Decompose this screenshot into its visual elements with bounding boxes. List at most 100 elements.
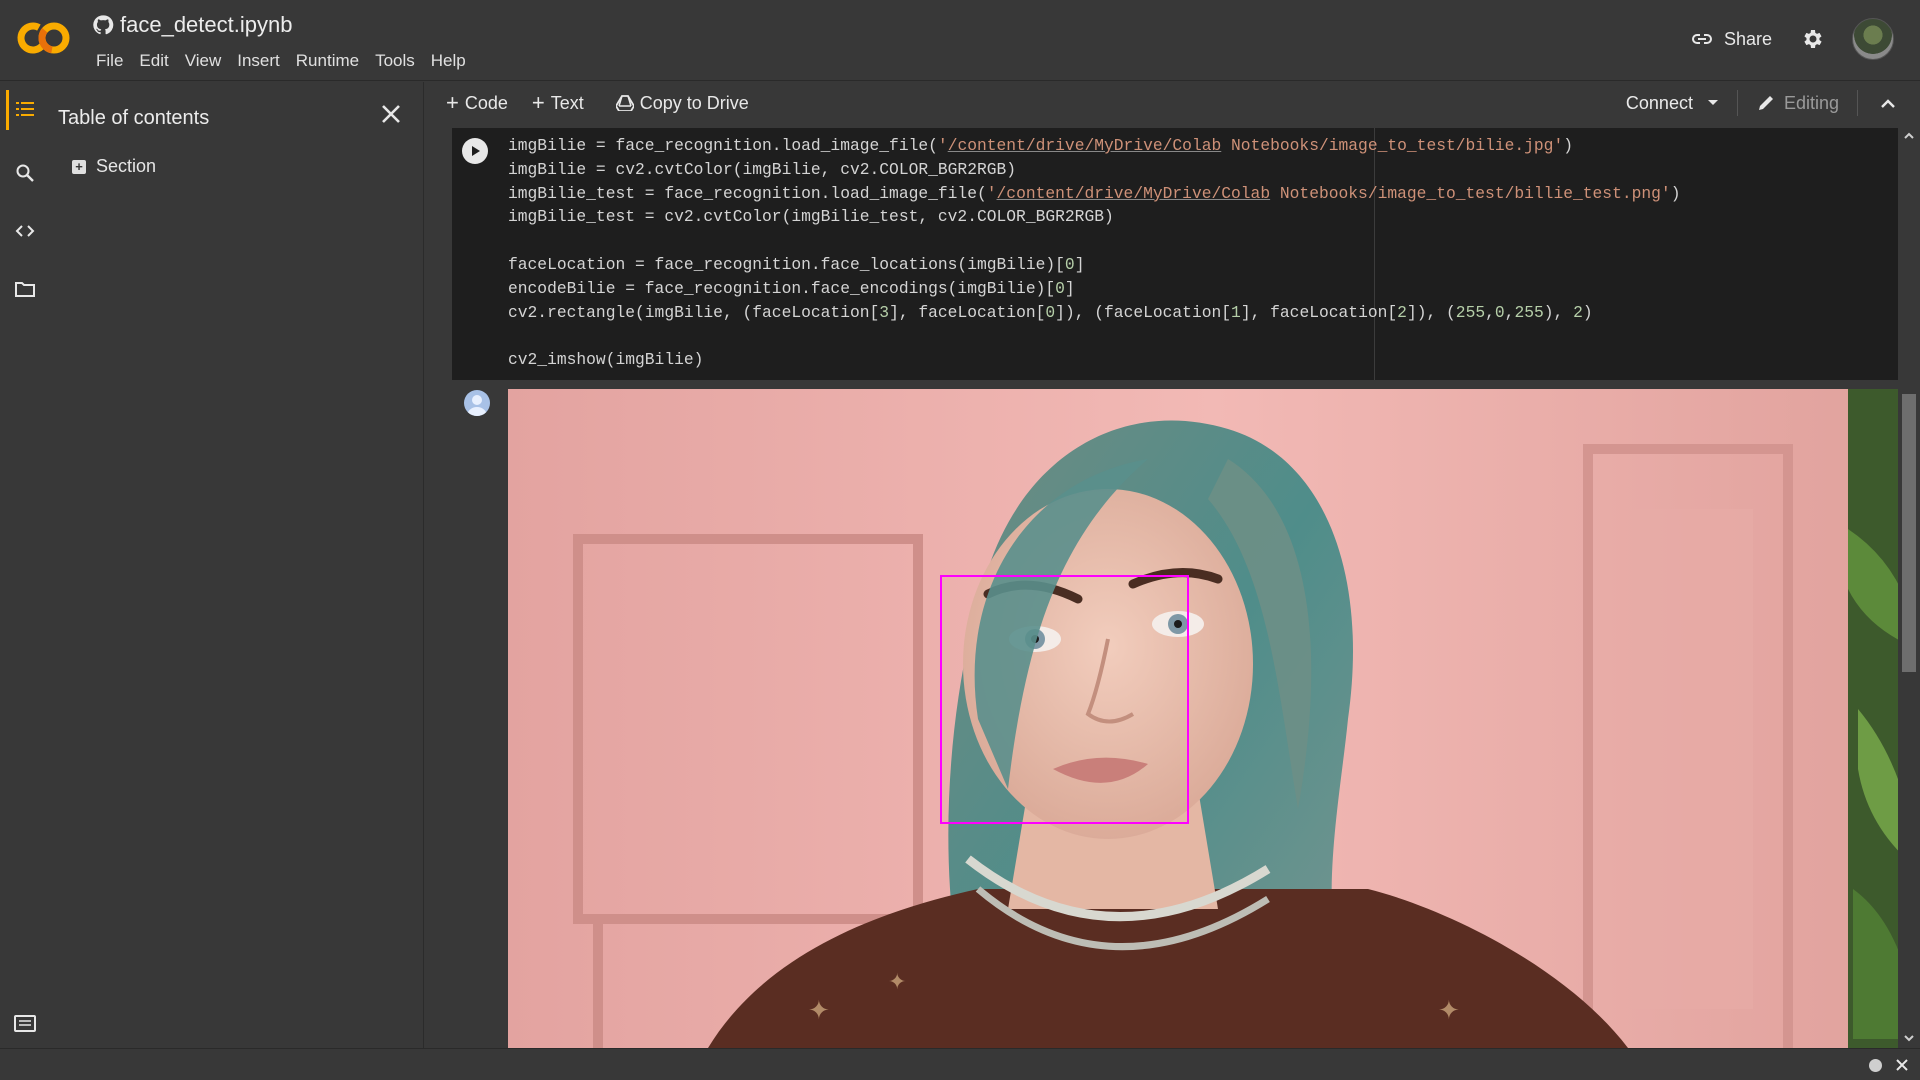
connect-button[interactable]: Connect [1608,90,1738,116]
code-token: ], faceLocation[ [889,302,1046,322]
menu-edit[interactable]: Edit [131,50,176,72]
folder-icon[interactable] [12,276,38,302]
code-token: ]), (faceLocation[ [1055,302,1232,322]
notebook-title-row: face_detect.ipynb [92,12,292,38]
code-line[interactable]: encodeBilie = face_recognition.face_enco… [508,277,1902,301]
code-token: 255 [1455,302,1486,322]
output-user-icon[interactable] [464,390,490,416]
code-token: ) [1670,183,1681,203]
code-token: ], faceLocation[ [1240,302,1398,322]
code-token: 0 [1064,254,1075,274]
notebook-title[interactable]: face_detect.ipynb [120,12,292,38]
notebook-main: + Code + Text Copy to Drive Connect Edit… [424,82,1920,1048]
share-button[interactable]: Share [1690,27,1772,51]
terminal-icon[interactable] [13,1014,37,1034]
plus-icon: + [531,90,545,115]
code-token: 2 [1573,302,1583,322]
code-token: 1 [1231,302,1241,322]
menu-tools[interactable]: Tools [367,50,423,72]
toc-icon[interactable] [12,96,38,122]
github-icon [92,14,114,36]
drive-icon [615,95,634,111]
code-editor[interactable]: imgBilie = face_recognition.load_image_f… [508,134,1902,374]
code-line[interactable]: cv2_imshow(imgBilie) [508,348,1902,372]
menu-insert[interactable]: Insert [229,50,288,72]
code-line[interactable] [508,324,1902,348]
code-token: , [1504,302,1515,322]
close-icon[interactable] [377,100,405,128]
editing-label: Editing [1783,92,1839,113]
menu-view[interactable]: View [177,50,230,72]
menu-bar: File Edit View Insert Runtime Tools Help [88,50,474,72]
editing-button[interactable]: Editing [1738,90,1858,116]
play-icon [472,146,480,156]
add-text-label: Text [550,92,584,113]
add-text-button[interactable]: + Text [520,90,596,115]
scrollbar-thumb[interactable] [1902,394,1916,672]
header-actions: Share [1690,18,1894,60]
menu-runtime[interactable]: Runtime [288,50,367,72]
code-line[interactable]: imgBilie = face_recognition.load_image_f… [508,134,1902,158]
app-header: face_detect.ipynb File Edit View Insert … [0,0,1920,81]
chevron-down-icon [1707,99,1719,107]
code-icon[interactable] [12,218,38,244]
pencil-icon [1756,93,1776,113]
code-token: imgBilie = cv2.cvtColor(imgBilie, cv2.CO… [508,159,1017,179]
chevron-up-icon[interactable] [1858,97,1896,109]
gear-icon[interactable] [1800,27,1824,51]
colab-logo[interactable] [16,18,72,58]
toc-item-label: Section [96,156,157,176]
notebook-toolbar: + Code + Text Copy to Drive Connect Edit… [424,82,1920,124]
search-icon[interactable] [12,160,38,186]
close-icon[interactable] [1894,1057,1910,1073]
avatar[interactable] [1852,18,1894,60]
code-token: 0 [1045,302,1056,322]
link-icon [1690,27,1714,51]
toc-item-section[interactable]: + Section [72,156,156,177]
code-line[interactable]: faceLocation = face_recognition.face_loc… [508,253,1902,277]
code-line[interactable]: imgBilie_test = face_recognition.load_im… [508,182,1902,206]
code-token: ) [1563,136,1574,155]
copy-to-drive-button[interactable]: Copy to Drive [604,93,761,114]
add-code-button[interactable]: + Code [434,90,520,115]
code-token: encodeBilie = face_recognition.face_enco… [508,278,1056,298]
code-token: cv2_imshow(imgBilie) [508,350,704,370]
code-token: ' [986,183,997,203]
toc-panel: Table of contents + Section [50,82,424,1048]
add-code-label: Code [464,92,508,113]
code-line[interactable]: imgBilie = cv2.cvtColor(imgBilie, cv2.CO… [508,158,1902,182]
code-token: , [1485,302,1495,322]
copy-to-drive-label: Copy to Drive [639,92,749,113]
code-token: 3 [879,302,890,322]
expand-icon[interactable]: + [72,159,86,174]
code-token: ' [937,136,948,155]
scroll-up-icon[interactable] [1903,130,1915,142]
code-token: ] [1064,278,1075,298]
code-line[interactable]: cv2.rectangle(imgBilie, (faceLocation[3]… [508,301,1902,325]
svg-text:✦: ✦ [888,969,906,994]
menu-file[interactable]: File [88,50,131,72]
portrait-photo-icon: ✦ ✦ ✦ [508,389,1918,1048]
share-label: Share [1723,28,1772,49]
code-token: ), [1543,302,1574,322]
toc-title: Table of contents [58,107,210,129]
code-token: ) [1582,302,1593,322]
svg-text:✦: ✦ [808,996,830,1025]
code-line[interactable]: imgBilie_test = cv2.cvtColor(imgBilie_te… [508,205,1902,229]
code-token: 2 [1397,302,1407,322]
code-token: Notebooks/image_to_test/billie_test.png' [1270,183,1671,203]
code-line[interactable] [508,229,1902,253]
code-token: imgBilie_test = face_recognition.load_im… [508,183,987,203]
menu-help[interactable]: Help [423,50,474,72]
code-token: Notebooks/image_to_test/bilie.jpg' [1221,136,1564,155]
run-cell-button[interactable] [462,138,488,164]
toolbar-right: Connect Editing [1608,82,1896,124]
status-indicator [1869,1059,1882,1072]
code-token: ] [1074,254,1085,274]
code-token: 0 [1494,302,1505,322]
code-token: faceLocation = face_recognition.face_loc… [508,254,1065,274]
active-indicator [6,90,9,130]
plus-icon: + [446,90,459,115]
code-cell[interactable]: imgBilie = face_recognition.load_image_f… [452,128,1918,380]
scroll-down-icon[interactable] [1903,1032,1915,1044]
